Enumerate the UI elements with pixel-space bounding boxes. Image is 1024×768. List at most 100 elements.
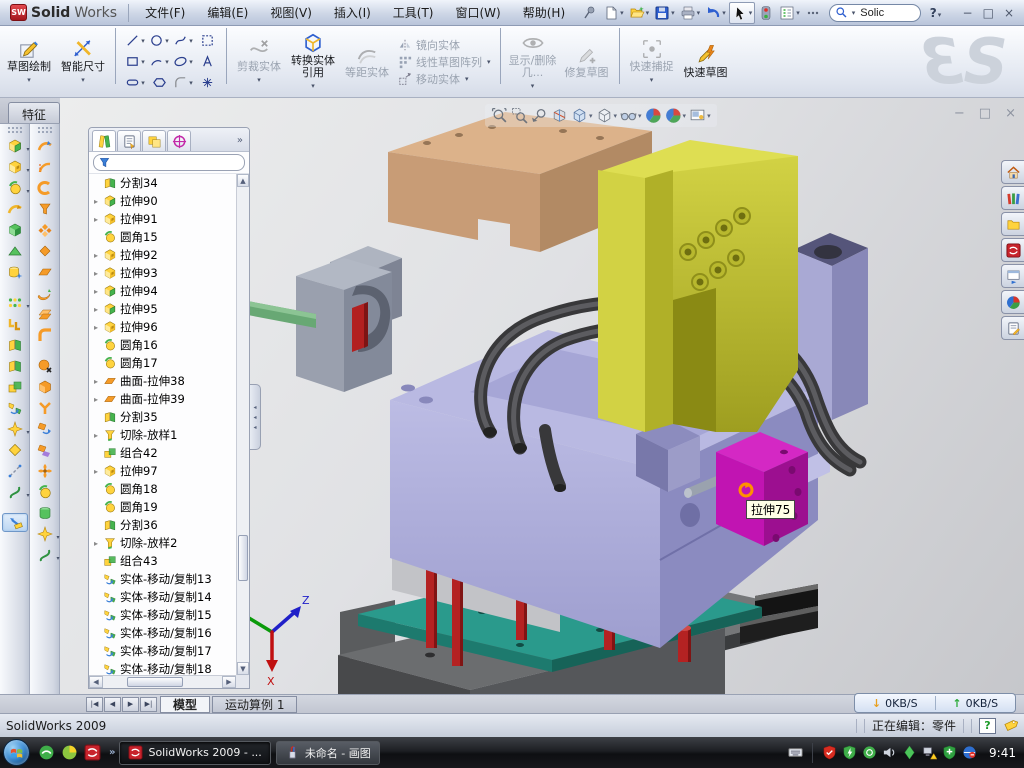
panel-tab-dimxpertmanager[interactable] (167, 130, 191, 151)
feature-tree-item[interactable]: ▸拉伸97 (89, 462, 236, 480)
task-button-solidworks-window[interactable]: SolidWorks 2009 - ... (119, 741, 270, 765)
previous-view-button[interactable] (531, 107, 548, 124)
quick-launch-solidworks-launcher-icon[interactable] (84, 744, 101, 761)
rebuild-button[interactable] (756, 3, 776, 23)
expand-arrow-icon[interactable]: ▸ (92, 269, 100, 278)
sketch-draw-button[interactable]: 草图绘制▾ (2, 28, 56, 95)
expand-arrow-icon[interactable]: ▸ (92, 395, 100, 404)
reference-plane-button[interactable] (2, 440, 28, 459)
expand-arrow-icon[interactable]: ▸ (92, 323, 100, 332)
filled-surface-button[interactable] (32, 461, 58, 480)
move-copy-body-button[interactable] (2, 398, 28, 417)
tray-network-warning-icon[interactable] (922, 745, 937, 760)
panel-tab-propertymanager[interactable] (117, 130, 141, 151)
search-box[interactable]: ▾ (829, 4, 921, 22)
mirror-entities-button[interactable]: 镜向实体 (394, 37, 495, 53)
linear-sketch-pattern-button[interactable]: 线性草图阵列▾ (394, 54, 495, 70)
quick-launch-app-sphere-icon[interactable] (61, 744, 78, 761)
ellipse-button[interactable]: ▾ (171, 51, 195, 72)
sheet-nav-previous-button[interactable]: ◀ (104, 697, 121, 712)
network-speed-widget[interactable]: ↓0KB/S ↑0KB/S (854, 693, 1016, 713)
feature-tree-item[interactable]: ▸拉伸90 (89, 192, 236, 210)
circle-button[interactable]: ▾ (147, 30, 171, 51)
view-orientation-button[interactable]: ▾ (571, 107, 593, 124)
offset-surface-button[interactable] (32, 241, 58, 260)
taskpane-tab-appearances-scenes[interactable] (1001, 290, 1024, 314)
menu-insert[interactable]: 插入(I) (323, 1, 382, 24)
taskpane-tab-solidworks-resources-home[interactable] (1001, 160, 1024, 184)
feature-tree-item[interactable]: ▸切除-放样1 (89, 426, 236, 444)
feature-tree-item[interactable]: 分割34 (89, 174, 236, 192)
feature-tree-item[interactable]: 实体-移动/复制16 (89, 624, 236, 642)
menu-tools[interactable]: 工具(T) (382, 1, 445, 24)
boundary-surface-button[interactable] (32, 220, 58, 239)
feature-tree-item[interactable]: ▸曲面-拉伸38 (89, 372, 236, 390)
print-button[interactable]: ▾ (678, 3, 703, 23)
help-icon[interactable]: ?▾ (927, 6, 944, 20)
extend-surface-button[interactable] (32, 419, 58, 438)
freeform-surface-button[interactable] (32, 283, 58, 302)
menu-help[interactable]: 帮助(H) (512, 1, 576, 24)
feature-tree-item[interactable]: 实体-移动/复制18 (89, 660, 236, 675)
lofted-boss-button[interactable] (2, 220, 28, 239)
extruded-cut-button[interactable]: ▾ (2, 157, 28, 176)
swept-boss-button[interactable] (2, 199, 28, 218)
surface-curve-button[interactable]: ▾ (32, 545, 58, 564)
menu-edit[interactable]: 编辑(E) (196, 1, 259, 24)
feature-tree-item[interactable]: 组合43 (89, 552, 236, 570)
scrollbar-thumb[interactable] (127, 677, 183, 687)
feature-tree-item[interactable]: 实体-移动/复制17 (89, 642, 236, 660)
task-button-paint-window[interactable]: 未命名 - 画图 (276, 741, 380, 765)
scroll-up-icon[interactable]: ▲ (237, 174, 249, 187)
toolbar-grip-icon[interactable] (37, 126, 53, 133)
offset-entities-button[interactable]: 等距实体 (340, 28, 394, 95)
minimize-button[interactable]: − (963, 6, 973, 20)
convert-entities-button[interactable]: 转换实体引用▾ (286, 28, 340, 95)
scroll-left-icon[interactable]: ◀ (89, 676, 103, 688)
repair-sketch-button[interactable]: 修复草图 (560, 28, 614, 95)
doc-restore-button[interactable]: □ (979, 106, 991, 121)
insert-part-button[interactable]: ▾ (2, 419, 28, 438)
new-document-button[interactable]: ▾ (601, 3, 626, 23)
quick-launch-overflow-icon[interactable]: » (109, 747, 115, 758)
search-scope-dropdown-icon[interactable]: ▾ (852, 9, 856, 17)
model-side-block[interactable] (716, 432, 808, 546)
taskpane-tab-solidworks-search[interactable] (1001, 238, 1024, 262)
feature-tree-item[interactable]: ▸拉伸94 (89, 282, 236, 300)
tree-horizontal-scrollbar[interactable]: ◀ ▶ (89, 675, 236, 688)
feature-tree-item[interactable]: ▸拉伸96 (89, 318, 236, 336)
toolbar-overflow-button[interactable] (803, 3, 823, 23)
tag-icon[interactable] (1003, 718, 1018, 733)
ruled-surface-button[interactable] (32, 325, 58, 344)
panel-tab-featuremanager[interactable] (92, 130, 116, 151)
tray-health-monitor-icon[interactable] (942, 745, 957, 760)
expand-arrow-icon[interactable]: ▸ (92, 467, 100, 476)
expand-arrow-icon[interactable]: ▸ (92, 305, 100, 314)
feature-tree-item[interactable]: 实体-移动/复制13 (89, 570, 236, 588)
thicken-button[interactable] (32, 503, 58, 522)
linear-pattern-button[interactable]: ▾ (2, 293, 28, 312)
taskbar-clock[interactable]: 9:41 (989, 746, 1016, 760)
feature-tree-item[interactable]: 实体-移动/复制15 (89, 606, 236, 624)
menu-file[interactable]: 文件(F) (134, 1, 196, 24)
taskpane-tab-view-palette[interactable] (1001, 264, 1024, 288)
scroll-down-icon[interactable]: ▼ (237, 662, 249, 675)
filter-input[interactable] (93, 154, 245, 171)
select-button[interactable]: ▾ (729, 2, 756, 24)
feature-tree-item[interactable]: 实体-移动/复制14 (89, 588, 236, 606)
split-body-button[interactable] (2, 356, 28, 375)
slot-button[interactable]: ▾ (123, 72, 147, 93)
tray-input-method-keyboard-icon[interactable] (788, 745, 803, 760)
section-view-button[interactable] (551, 107, 568, 124)
scrollbar-thumb[interactable] (238, 535, 248, 581)
feature-tree-item[interactable]: ▸切除-放样2 (89, 534, 236, 552)
taskpane-tab-design-library[interactable] (1001, 186, 1024, 210)
expand-arrow-icon[interactable]: ▸ (92, 539, 100, 548)
zoom-to-fit-button[interactable] (491, 107, 508, 124)
zoom-to-area-button[interactable] (511, 107, 528, 124)
rib-button[interactable] (2, 314, 28, 333)
feature-tree-item[interactable]: 分割35 (89, 408, 236, 426)
view-settings-button[interactable]: ▾ (689, 107, 711, 124)
expand-arrow-icon[interactable]: ▸ (92, 431, 100, 440)
reference-axis-button[interactable] (2, 461, 28, 480)
